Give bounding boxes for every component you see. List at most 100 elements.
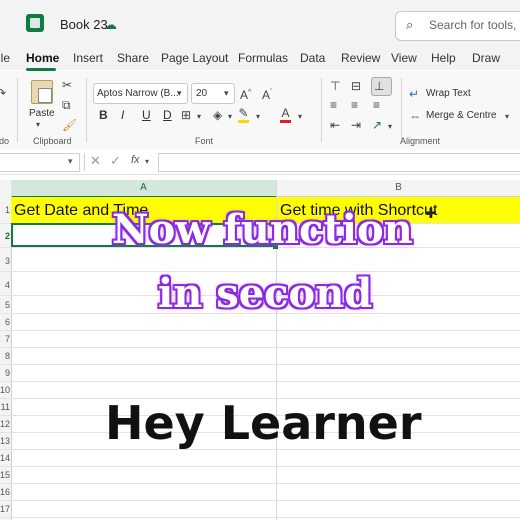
row-header-16[interactable]: 16 [0,487,10,497]
row-header-14[interactable]: 14 [0,453,10,463]
merge-centre-chevron-icon[interactable]: ▾ [505,110,509,124]
row-header-2[interactable]: 2 [0,231,10,241]
tab-help[interactable]: Help [431,51,456,65]
tab-share[interactable]: Share [117,51,149,65]
double-underline-button[interactable]: D [163,108,172,122]
tab-page-layout[interactable]: Page Layout [161,51,228,65]
formula-expand-chevron-icon[interactable]: ▾ [145,157,149,166]
ribbon-separator [86,78,87,142]
name-box-chevron-icon[interactable]: ▾ [68,156,73,167]
paste-dropdown-chevron-icon[interactable]: ▾ [36,120,40,129]
row-header-17[interactable]: 17 [0,504,10,514]
merge-centre-icon[interactable]: ⇔ [409,109,421,123]
row-header-11[interactable]: 11 [0,402,10,412]
row-header-10[interactable]: 10 [0,385,10,395]
borders-chevron-icon[interactable]: ▾ [197,110,201,124]
tab-review[interactable]: Review [341,51,380,65]
align-left-icon[interactable]: ≡ [330,98,337,112]
formula-bar-separator [84,153,85,171]
ribbon-separator [321,78,322,142]
search-icon[interactable]: ⌕ [406,17,413,33]
grid-row-line [0,517,520,518]
grid-row-line [0,364,520,365]
increase-indent-icon[interactable]: ⇥ [351,118,361,132]
tab-view[interactable]: View [391,51,417,65]
wrap-text-icon[interactable]: ↵ [409,87,419,101]
group-label-font: Font [195,136,214,146]
merge-centre-button[interactable]: Merge & Centre [426,110,497,121]
highlight-chevron-icon[interactable]: ▾ [256,110,260,124]
row-header-12[interactable]: 12 [0,419,10,429]
align-center-icon[interactable]: ≡ [351,98,358,112]
cancel-entry-icon[interactable]: ✕ [90,153,101,169]
decrease-indent-icon[interactable]: ⇤ [330,118,340,132]
row-header-13[interactable]: 13 [0,436,10,446]
row-header-7[interactable]: 7 [0,334,10,344]
font-color-chevron-icon[interactable]: ▾ [298,110,302,124]
redo-icon[interactable]: ↷ [0,86,6,100]
overlay-title-line-1: Now function [112,206,413,253]
fill-color-chevron-icon[interactable]: ▾ [228,110,232,124]
tab-file[interactable]: ile [0,51,10,65]
row-header-6[interactable]: 6 [0,317,10,327]
orientation-icon[interactable]: ↗ [372,118,382,132]
grid-row-line [0,483,520,484]
row-header-8[interactable]: 8 [0,351,10,361]
font-name-value[interactable]: Aptos Narrow (B... [97,88,179,99]
font-size-chevron-icon[interactable]: ▾ [224,88,229,99]
row-header-1[interactable]: 1 [0,205,10,215]
cut-icon[interactable]: ✂ [62,78,72,92]
underline-button[interactable]: U [142,108,151,122]
ribbon-separator [401,78,402,142]
font-name-chevron-icon[interactable]: ▾ [177,88,182,99]
overlay-title-line-2: in second [158,270,373,317]
decrease-font-icon[interactable]: Aˇ [262,86,272,102]
grid-row-line [0,381,520,382]
row-header-5[interactable]: 5 [0,300,10,310]
wrap-text-button[interactable]: Wrap Text [426,88,471,99]
italic-button[interactable]: I [121,108,124,122]
insert-function-icon[interactable]: fx [131,154,140,166]
formula-input[interactable] [158,153,520,172]
row-header-9[interactable]: 9 [0,368,10,378]
align-middle-icon[interactable]: ⊟ [351,79,361,93]
confirm-entry-icon[interactable]: ✓ [110,153,121,169]
tab-data[interactable]: Data [300,51,325,65]
copy-icon[interactable]: ⧉ [62,98,71,112]
excel-app-icon-inner [30,18,40,28]
align-top-icon[interactable]: ⊤ [330,79,340,93]
overlay-caption: Hey Learner [105,396,422,450]
autosave-cloud-icon[interactable]: ☁ [104,17,117,33]
document-title: Book 23 [60,17,108,32]
font-size-value[interactable]: 20 [196,88,207,99]
font-color-icon[interactable]: A [280,106,291,123]
borders-icon[interactable]: ⊞ [181,108,191,122]
column-header-a[interactable]: A [11,182,276,193]
tab-formulas[interactable]: Formulas [238,51,288,65]
align-bottom-icon[interactable]: ⊥ [374,79,384,93]
row-header-4[interactable]: 4 [0,280,10,290]
column-header-b[interactable]: B [277,182,520,193]
bold-button[interactable]: B [99,108,108,122]
search-placeholder[interactable]: Search for tools, he [429,18,520,32]
tab-home[interactable]: Home [26,51,59,65]
grid-row-line [0,500,520,501]
paste-icon-sheet [38,88,52,103]
grid-row-line [0,330,520,331]
orientation-chevron-icon[interactable]: ▾ [388,120,392,134]
cell-cursor-icon: ✚ [425,205,437,221]
tab-draw[interactable]: Draw [472,51,500,65]
row-header-15[interactable]: 15 [0,470,10,480]
align-right-icon[interactable]: ≡ [373,98,380,112]
grid-row-line [0,466,520,467]
highlight-icon[interactable]: ✎ [238,106,249,123]
group-label-undo: do [0,136,10,146]
row-header-3[interactable]: 3 [0,256,10,266]
fill-color-icon[interactable]: ◈ [213,108,222,122]
group-label-clipboard: Clipboard [33,136,72,146]
group-label-alignment: Alignment [400,136,441,146]
tab-insert[interactable]: Insert [73,51,103,65]
format-painter-icon[interactable]: 🖌 [62,118,77,132]
increase-font-icon[interactable]: A^ [240,86,251,102]
paste-button-label[interactable]: Paste [29,108,55,119]
